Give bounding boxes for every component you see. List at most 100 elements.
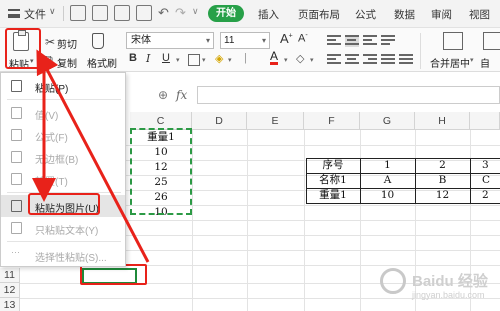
chevron-down-icon[interactable]: ▾: [202, 56, 206, 64]
more-icon[interactable]: ∨: [192, 6, 199, 17]
column-header-h[interactable]: H: [415, 112, 470, 130]
format-painter-button[interactable]: 格式刷: [87, 55, 117, 70]
justify-icon[interactable]: [381, 54, 395, 66]
table-cell[interactable]: 12: [415, 188, 470, 203]
tab-view[interactable]: 视图: [469, 7, 490, 22]
divider: [7, 241, 121, 242]
font-size-select[interactable]: 11 ▾: [220, 32, 270, 49]
redo-icon[interactable]: ↷: [175, 5, 186, 21]
chevron-down-icon[interactable]: ∨: [49, 6, 56, 17]
column-header-g[interactable]: G: [360, 112, 415, 130]
copy-button[interactable]: 复制: [57, 55, 77, 70]
preview-icon[interactable]: [136, 5, 152, 21]
zoom-icon[interactable]: ⊕: [158, 88, 168, 102]
font-shrink-icon[interactable]: A-: [298, 32, 308, 45]
formula-input[interactable]: [197, 86, 500, 104]
table-cell[interactable]: C: [482, 173, 500, 188]
paste-special-item[interactable]: ··· 选择性粘贴(S)...: [1, 244, 125, 266]
menu-icon[interactable]: [8, 9, 20, 18]
align-center-icon[interactable]: [345, 54, 359, 66]
chevron-down-icon[interactable]: ▾: [228, 56, 232, 64]
paste-dropdown-menu: 粘贴(P) 值(V) 公式(F) 无边框(B) 转置(T) 粘贴为图片(U) 只…: [0, 72, 126, 267]
tab-formula[interactable]: 公式: [355, 7, 376, 22]
paste-transpose-label: 转置(T): [35, 177, 68, 188]
row-header-13[interactable]: 13: [0, 298, 20, 311]
font-size-value: 11: [224, 35, 235, 46]
paste-text-only-label: 只粘贴文本(Y): [35, 226, 99, 237]
tab-review[interactable]: 审阅: [431, 7, 452, 22]
wrap-text-icon[interactable]: [483, 32, 500, 50]
copy-icon[interactable]: ⧉: [45, 54, 53, 67]
table-cell[interactable]: 序号: [306, 158, 360, 173]
paste-special-label: 选择性粘贴(S)...: [35, 253, 107, 264]
chevron-down-icon[interactable]: ▾: [284, 56, 288, 64]
chevron-down-icon[interactable]: ▾: [470, 56, 474, 64]
column-header-e[interactable]: E: [247, 112, 304, 130]
paste-as-picture-highlight: [28, 193, 100, 215]
align-bottom-icon[interactable]: [363, 35, 377, 47]
menu-bar: 文件 ∨ ↶ ↷ ∨ 开始 插入 页面布局 公式 数据 审阅 视图: [0, 0, 500, 28]
fx-icon[interactable]: fx: [176, 88, 187, 102]
row-header-12[interactable]: 12: [0, 283, 20, 298]
align-top-icon[interactable]: [327, 35, 341, 47]
transpose-icon: [11, 173, 22, 185]
table-cell[interactable]: A: [360, 173, 415, 188]
table-cell[interactable]: B: [415, 173, 470, 188]
table-cell[interactable]: 重量1: [306, 188, 360, 203]
paste-menu-item[interactable]: 粘贴(P): [1, 75, 125, 97]
cut-button[interactable]: 剪切: [57, 36, 77, 51]
brush-icon[interactable]: [92, 33, 104, 49]
table-cell[interactable]: 10: [360, 188, 415, 203]
table-cell[interactable]: 2: [482, 188, 500, 203]
divider: |: [244, 52, 247, 64]
paste-values-item[interactable]: 值(V): [1, 102, 125, 124]
chevron-down-icon[interactable]: ▾: [310, 56, 314, 64]
text-icon: [11, 222, 22, 234]
distribute-icon[interactable]: [399, 54, 413, 66]
paste-text-only-item[interactable]: 只粘贴文本(Y): [1, 217, 125, 239]
align-left-icon[interactable]: [327, 54, 341, 66]
paste-no-border-item[interactable]: 无边框(B): [1, 146, 125, 168]
bold-icon[interactable]: B: [129, 52, 137, 64]
underline-icon[interactable]: U: [162, 52, 170, 64]
copy-marquee: [130, 128, 192, 215]
merge-center-button[interactable]: 合并居中: [430, 55, 470, 70]
column-header-d[interactable]: D: [192, 112, 247, 130]
undo-icon[interactable]: ↶: [158, 5, 169, 21]
font-name-select[interactable]: 宋体 ▾: [126, 32, 214, 49]
wrap-text-button[interactable]: 自: [480, 55, 490, 70]
export-icon[interactable]: [92, 5, 108, 21]
divider: [420, 33, 421, 69]
italic-icon[interactable]: I: [146, 52, 150, 65]
file-menu[interactable]: 文件: [24, 6, 46, 22]
tab-data[interactable]: 数据: [394, 7, 415, 22]
clear-format-icon[interactable]: ◇: [296, 52, 304, 65]
paste-transpose-item[interactable]: 转置(T): [1, 168, 125, 190]
column-header-f[interactable]: F: [304, 112, 360, 130]
wrap-rows-icon[interactable]: [381, 35, 395, 47]
align-middle-icon[interactable]: [345, 35, 359, 47]
border-icon[interactable]: [188, 54, 200, 66]
table-cell[interactable]: 2: [415, 158, 470, 173]
tab-insert[interactable]: 插入: [258, 7, 279, 22]
font-grow-icon[interactable]: A+: [280, 31, 293, 46]
fill-color-icon[interactable]: ◈: [215, 52, 223, 65]
table-cell[interactable]: 1: [360, 158, 415, 173]
align-right-icon[interactable]: [363, 54, 377, 66]
table-cell[interactable]: 3: [482, 158, 500, 173]
chevron-down-icon[interactable]: ▾: [176, 56, 180, 64]
save-icon[interactable]: [70, 5, 86, 21]
print-icon[interactable]: [114, 5, 130, 21]
merge-icon[interactable]: [443, 32, 463, 50]
paste-formula-item[interactable]: 公式(F): [1, 124, 125, 146]
column-header-i[interactable]: [470, 112, 500, 130]
row-header-11[interactable]: 11: [0, 268, 20, 283]
tab-start[interactable]: 开始: [208, 5, 244, 22]
ellipsis-icon: ···: [11, 247, 20, 257]
tab-page-layout[interactable]: 页面布局: [298, 7, 340, 22]
font-color-icon[interactable]: A: [270, 50, 279, 65]
scissors-icon[interactable]: ✂: [45, 35, 55, 49]
chevron-down-icon: ▾: [261, 36, 266, 45]
selected-cell-highlight: [80, 264, 147, 285]
table-cell[interactable]: 名称1: [306, 173, 360, 188]
